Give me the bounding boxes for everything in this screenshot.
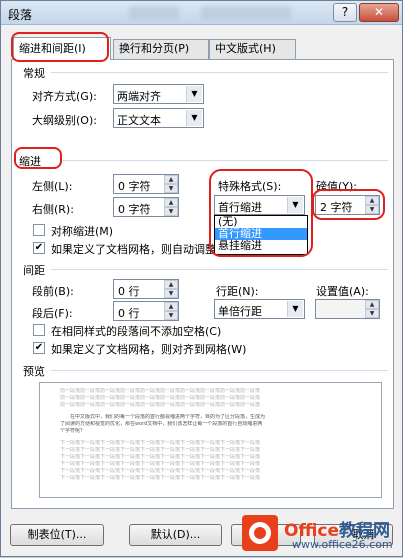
chevron-down-icon[interactable]: ▼ [287, 301, 303, 317]
indent-separator [63, 160, 388, 161]
help-button[interactable]: ? [333, 3, 357, 22]
preview-prev-line: 前一段落前一段落前一段落前一段落前一段落前一段落前一段落前一段落前一段落前一段落 [60, 402, 261, 408]
preview-next-line: 下一段落下一段落下一段落下一段落下一段落下一段落下一段落下一段落下一段落下一段落 [60, 468, 261, 474]
outline-level-value: 正文文本 [117, 114, 161, 127]
spacing-heading: 间距 [23, 264, 45, 277]
preview-next-line: 下一段落下一段落下一段落下一段落下一段落下一段落下一段落下一段落下一段落下一段落 [60, 447, 261, 453]
space-before-label: 段前(B): [32, 285, 74, 298]
chevron-down-icon[interactable]: ▼ [186, 110, 202, 126]
line-spacing-label: 行距(N): [216, 285, 259, 298]
spin-down-icon[interactable]: ▼ [164, 207, 178, 216]
at-label: 设置值(A): [316, 285, 369, 298]
chevron-down-icon[interactable]: ▼ [287, 197, 303, 213]
spacing-separator [51, 269, 388, 270]
spin-down-icon[interactable]: ▼ [365, 205, 379, 214]
indent-heading: 缩进 [19, 155, 41, 168]
close-button[interactable]: ✕ [359, 3, 399, 22]
preview-next-line: 下一段落下一段落下一段落下一段落下一段落下一段落下一段落下一段落下一段落下一段落 [60, 440, 261, 446]
tab-asian-typography[interactable]: 中文版式(H) [209, 39, 296, 59]
spin-up-icon[interactable]: ▲ [365, 300, 379, 309]
left-indent-spin-buttons: ▲ ▼ [164, 175, 178, 193]
blurred-title-area [129, 6, 179, 19]
preview-prev-line: 前一段落前一段落前一段落前一段落前一段落前一段落前一段落前一段落前一段落前一段落 [60, 388, 261, 394]
special-format-select[interactable]: 首行缩进 ▼ [214, 195, 305, 215]
checkbox-empty-icon[interactable] [33, 224, 45, 236]
general-heading: 常规 [23, 67, 45, 80]
preview-separator [51, 370, 388, 371]
blurred-title-area-2 [201, 6, 291, 19]
dialog-title: 段落 [8, 8, 33, 22]
space-before-spin-buttons: ▲ ▼ [164, 280, 178, 298]
title-bar[interactable]: 段落 ? ✕ [1, 1, 402, 25]
tab-indents-spacing[interactable]: 缩进和间距(I) [13, 37, 111, 60]
line-spacing-value: 单倍行距 [218, 305, 262, 318]
left-indent-spinner[interactable]: 0 字符 ▲ ▼ [113, 174, 179, 194]
spin-up-icon[interactable]: ▲ [164, 198, 178, 207]
left-indent-value: 0 字符 [118, 180, 151, 193]
right-indent-spin-buttons: ▲ ▼ [164, 198, 178, 216]
preview-next-line: 下一段落下一段落下一段落下一段落下一段落下一段落下一段落下一段落下一段落下一段落 [60, 454, 261, 460]
spin-up-icon[interactable]: ▲ [164, 302, 178, 311]
right-indent-label: 右侧(R): [32, 203, 74, 216]
chevron-down-icon[interactable]: ▼ [186, 86, 202, 102]
by-value-spinner[interactable]: 2 字符 ▲ ▼ [315, 195, 380, 215]
no-space-same-style-label: 在相同样式的段落间不添加空格(C) [51, 325, 222, 338]
space-before-value: 0 行 [118, 285, 140, 298]
tab-line-page-breaks[interactable]: 换行和分页(P) [113, 39, 209, 59]
spin-down-icon[interactable]: ▼ [365, 309, 379, 318]
left-indent-label: 左侧(L): [32, 180, 73, 193]
site-watermark-logo: Office教程网 www.office26.com [236, 508, 403, 558]
preview-body-line: 了阅读的方便和视觉的优化，那在word文档中，我们该怎样让每一个段落的首行自动缩… [60, 421, 263, 427]
spin-down-icon[interactable]: ▼ [164, 311, 178, 320]
alignment-label: 对齐方式(G): [32, 90, 97, 103]
line-spacing-select[interactable]: 单倍行距 ▼ [214, 299, 305, 319]
office-logo-icon [242, 515, 278, 551]
preview-next-line: 下一段落下一段落下一段落下一段落下一段落下一段落下一段落下一段落下一段落下一段落 [60, 475, 261, 481]
preview-heading: 预览 [23, 365, 45, 378]
spin-down-icon[interactable]: ▼ [164, 184, 178, 193]
by-value-label: 磅值(Y): [316, 180, 358, 193]
checkbox-empty-icon[interactable] [33, 324, 45, 336]
preview-body-line: 在中文版式中，我们的每一个段落的首行都会缩进两个字符，目的为了区分段落，生成为 [70, 414, 266, 420]
special-format-option-hanging[interactable]: 悬挂缩进 [215, 240, 307, 252]
special-format-dropdown-list: (无) 首行缩进 悬挂缩进 [214, 215, 308, 255]
space-before-spinner[interactable]: 0 行 ▲ ▼ [113, 279, 179, 299]
preview-body-line: 个字符呢？ [60, 428, 86, 434]
preview-next-line: 下一段落下一段落下一段落下一段落下一段落下一段落下一段落下一段落下一段落下一段落 [60, 461, 261, 467]
preview-box: 前一段落前一段落前一段落前一段落前一段落前一段落前一段落前一段落前一段落前一段落… [39, 382, 382, 498]
outline-level-select[interactable]: 正文文本 ▼ [113, 108, 204, 128]
alignment-select[interactable]: 两端对齐 ▼ [113, 84, 204, 104]
by-value-value: 2 字符 [320, 201, 353, 214]
special-format-value: 首行缩进 [218, 201, 262, 214]
by-value-spin-buttons: ▲ ▼ [365, 196, 379, 214]
at-spinner[interactable]: ▲ ▼ [315, 299, 380, 319]
general-separator [51, 72, 388, 73]
alignment-value: 两端对齐 [117, 90, 161, 103]
spin-up-icon[interactable]: ▲ [164, 280, 178, 289]
brand-site: www.office26.com [292, 538, 393, 551]
right-indent-spinner[interactable]: 0 字符 ▲ ▼ [113, 197, 179, 217]
checkmark-icon[interactable]: ✔ [33, 342, 45, 354]
right-indent-value: 0 字符 [118, 203, 151, 216]
set-as-default-button[interactable]: 默认(D)... [129, 524, 222, 546]
snap-to-grid-label: 如果定义了文档网格，则对齐到网格(W) [51, 343, 247, 356]
special-format-label: 特殊格式(S): [218, 180, 282, 193]
space-after-label: 段后(F): [32, 307, 73, 320]
spin-down-icon[interactable]: ▼ [164, 289, 178, 298]
outline-level-label: 大纲级别(O): [32, 114, 97, 127]
space-after-spinner[interactable]: 0 行 ▲ ▼ [113, 301, 179, 321]
at-spin-buttons: ▲ ▼ [365, 300, 379, 318]
paragraph-dialog: 段落 ? ✕ 缩进和间距(I) 换行和分页(P) 中文版式(H) 常规 对齐方式… [0, 0, 403, 557]
space-after-spin-buttons: ▲ ▼ [164, 302, 178, 320]
mirror-indents-label: 对称缩进(M) [51, 225, 114, 238]
spin-up-icon[interactable]: ▲ [365, 196, 379, 205]
spin-up-icon[interactable]: ▲ [164, 175, 178, 184]
checkmark-icon[interactable]: ✔ [33, 242, 45, 254]
space-after-value: 0 行 [118, 307, 140, 320]
preview-prev-line: 前一段落前一段落前一段落前一段落前一段落前一段落前一段落前一段落前一段落前一段落 [60, 395, 261, 401]
tabs-button[interactable]: 制表位(T)... [10, 524, 104, 546]
